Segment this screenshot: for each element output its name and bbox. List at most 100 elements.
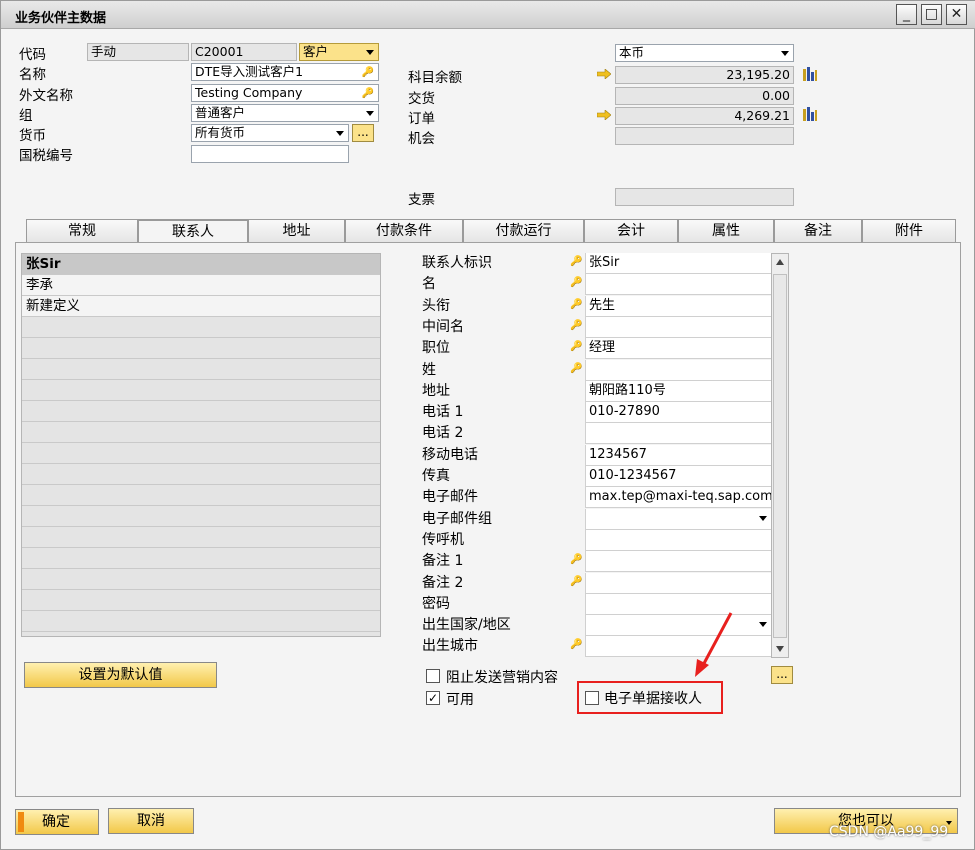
e-doc-receiver-checkbox[interactable]	[585, 691, 599, 705]
minimize-button[interactable]: _	[896, 4, 917, 25]
check-label: 支票	[408, 192, 435, 208]
key-icon: 🔑	[570, 554, 583, 566]
block-marketing-checkbox[interactable]	[426, 669, 440, 683]
field-value[interactable]: 张Sir	[585, 253, 771, 274]
code-mode-field[interactable]: 手动	[87, 43, 189, 61]
group-select[interactable]: 普通客户	[191, 104, 379, 122]
key-icon: 🔑	[570, 256, 583, 267]
tab-general[interactable]: 常规	[26, 219, 138, 243]
scroll-up-icon[interactable]	[776, 259, 784, 265]
ok-label: 确定	[42, 814, 70, 830]
field-label: 电子邮件	[422, 489, 478, 506]
link-arrow-icon[interactable]	[597, 69, 611, 79]
list-item-empty	[22, 443, 380, 464]
field-value[interactable]: max.tep@maxi-teq.sap.com	[585, 487, 771, 509]
window-title: 业务伙伴主数据	[15, 11, 107, 26]
field-value[interactable]: 先生	[585, 295, 771, 317]
field-value[interactable]: 010-27890	[585, 402, 771, 424]
tab-contacts[interactable]: 联系人	[138, 219, 248, 244]
list-item[interactable]: 张Sir	[22, 254, 380, 275]
field-value[interactable]	[585, 423, 771, 445]
bp-type-select[interactable]: 客户	[299, 43, 379, 61]
tax-id-field[interactable]	[191, 145, 349, 163]
chevron-down-icon	[366, 111, 374, 116]
tab-properties[interactable]: 属性	[678, 219, 774, 243]
name-value: DTE导入测试客户1	[195, 64, 304, 79]
field-value[interactable]	[585, 508, 771, 530]
code-field[interactable]: C20001	[191, 43, 297, 61]
field-value[interactable]	[585, 316, 771, 338]
field-value[interactable]	[585, 274, 771, 296]
field-value[interactable]: 010-1234567	[585, 466, 771, 487]
detail-scrollbar[interactable]	[771, 253, 789, 658]
cancel-button[interactable]: 取消	[108, 808, 194, 834]
list-item-empty	[22, 380, 380, 401]
field-value[interactable]	[585, 593, 771, 615]
field-value[interactable]	[585, 359, 771, 381]
tab-attachments[interactable]: 附件	[862, 219, 956, 243]
foreign-name-field[interactable]: Testing Company 🔑	[191, 84, 379, 102]
field-value[interactable]	[585, 529, 771, 551]
key-icon: 🔑	[570, 639, 583, 651]
watermark: CSDN @Aa99_99	[829, 824, 949, 840]
field-value[interactable]: 经理	[585, 338, 771, 360]
currency-value: 所有货币	[195, 125, 246, 140]
chevron-down-icon	[759, 515, 767, 521]
table-row: 备注 2 🔑	[419, 572, 771, 594]
field-label: 移动电话	[422, 446, 478, 463]
tab-payment-terms[interactable]: 付款条件	[345, 219, 463, 243]
group-label: 组	[19, 108, 33, 124]
bar-chart-icon[interactable]	[802, 106, 818, 122]
currency-more-button[interactable]: ...	[352, 124, 374, 142]
table-row: 联系人标识 🔑 张Sir	[419, 253, 771, 274]
bar-chart-icon[interactable]	[802, 66, 818, 82]
e-doc-receiver-label: 电子单据接收人	[604, 691, 702, 707]
close-button[interactable]: ✕	[946, 4, 967, 25]
field-value-text: 先生	[589, 297, 616, 313]
set-default-button[interactable]: 设置为默认值	[24, 662, 217, 688]
delivery-label: 交货	[408, 91, 435, 107]
default-marker-icon	[18, 812, 24, 832]
tab-address[interactable]: 地址	[248, 219, 345, 243]
ok-button[interactable]: 确定	[15, 809, 99, 835]
tab-accounting[interactable]: 会计	[584, 219, 678, 243]
currency-select[interactable]: 所有货币	[191, 124, 349, 142]
order-label: 订单	[408, 111, 435, 127]
scroll-down-icon[interactable]	[776, 646, 784, 652]
maximize-button[interactable]: □	[921, 4, 942, 25]
group-value: 普通客户	[195, 105, 246, 120]
annotation-arrow-icon	[695, 612, 733, 677]
tab-remarks[interactable]: 备注	[774, 219, 862, 243]
field-value[interactable]: 朝阳路110号	[585, 380, 771, 402]
opportunity-field	[615, 127, 794, 145]
active-checkbox[interactable]: ✓	[426, 691, 440, 705]
list-item-empty	[22, 317, 380, 338]
list-item-empty	[22, 611, 380, 632]
more-options-button[interactable]: ...	[771, 666, 793, 684]
field-value[interactable]	[585, 551, 771, 573]
field-value[interactable]: 1234567	[585, 444, 771, 466]
scroll-thumb[interactable]	[773, 274, 787, 638]
table-row: 名 🔑	[419, 274, 771, 296]
field-value[interactable]	[585, 615, 771, 637]
list-item-empty	[22, 338, 380, 359]
name-label: 名称	[19, 67, 46, 83]
name-field[interactable]: DTE导入测试客户1 🔑	[191, 63, 379, 81]
list-item-empty	[22, 359, 380, 380]
local-currency-select[interactable]: 本币	[615, 44, 794, 62]
field-label: 地址	[422, 382, 450, 399]
field-label: 联系人标识	[422, 255, 492, 271]
field-value[interactable]	[585, 572, 771, 594]
tab-payment-run[interactable]: 付款运行	[463, 219, 584, 243]
field-label: 中间名	[422, 318, 464, 335]
list-item[interactable]: 李承	[22, 275, 380, 296]
opportunity-label: 机会	[408, 131, 435, 147]
bp-master-data-window: 业务伙伴主数据 _ □ ✕ 代码 手动 C20001 客户 名称 DTE导入测试…	[0, 0, 975, 850]
list-item-empty	[22, 464, 380, 485]
field-label: 传真	[422, 468, 450, 484]
field-value[interactable]	[585, 636, 771, 658]
link-arrow-icon[interactable]	[597, 110, 611, 120]
list-item[interactable]: 新建定义	[22, 296, 380, 317]
field-value-text: max.tep@maxi-teq.sap.com	[589, 489, 771, 505]
table-row: 传真 010-1234567	[419, 466, 771, 487]
